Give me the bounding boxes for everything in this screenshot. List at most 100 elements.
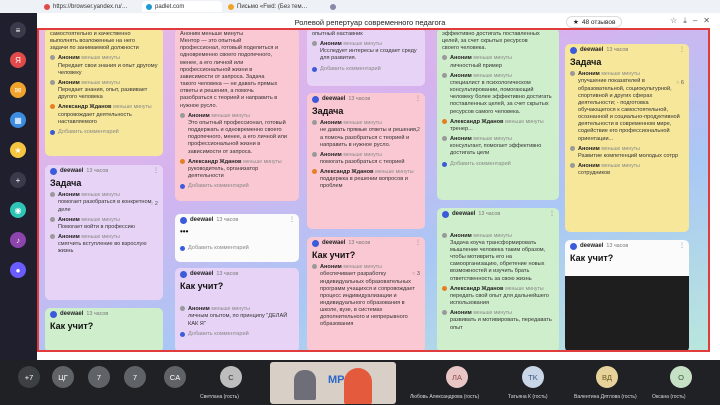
comment-time: меньше минуты bbox=[211, 306, 250, 313]
user-icon bbox=[442, 55, 447, 61]
comment: Аноним меньше минуты обеспечивает разраб… bbox=[312, 264, 420, 328]
reviews-button[interactable]: ★ 48 отзывов bbox=[566, 16, 623, 28]
more-icon[interactable]: ⋮ bbox=[415, 240, 421, 248]
tab-new[interactable] bbox=[326, 1, 340, 12]
user-icon bbox=[180, 112, 185, 118]
comment-author: Аноним bbox=[450, 310, 472, 317]
participant-tile[interactable]: O bbox=[670, 366, 692, 388]
post-card-how[interactable]: deewael 13 часов Как учит? Аноним меньше … bbox=[175, 268, 299, 352]
plus-icon[interactable]: + bbox=[10, 172, 26, 188]
add-comment-button[interactable]: Добавить комментарий bbox=[50, 129, 158, 136]
calendar-icon[interactable]: ▦ bbox=[10, 112, 26, 128]
comment-time: меньше минуты bbox=[473, 55, 512, 62]
user-icon bbox=[50, 233, 55, 239]
comment-text: Передает знания, опыт, развивает другого… bbox=[58, 87, 148, 101]
avatar bbox=[50, 311, 57, 319]
music-icon[interactable]: ♪ bbox=[10, 232, 26, 248]
alice-icon[interactable]: ● bbox=[10, 262, 26, 278]
tab-yandex[interactable]: https://browser.yandex.ru/… bbox=[40, 1, 140, 12]
post-text: Аноним меньше минуты Ментор — это опытны… bbox=[180, 31, 294, 110]
author-name: deewael bbox=[580, 47, 604, 53]
participant-tile[interactable]: ЛА bbox=[446, 366, 468, 388]
padlet-board[interactable]: самостоятельно и качественно выполнять в… bbox=[37, 28, 710, 352]
post-title: ••• bbox=[180, 226, 189, 236]
participant-initials: 7 bbox=[132, 372, 138, 382]
more-icon[interactable]: ⋮ bbox=[289, 217, 295, 225]
speaker-video[interactable]: MP bbox=[270, 362, 396, 404]
post-author: deewael 13 часов bbox=[570, 47, 684, 55]
comment-author: Аноним bbox=[578, 71, 600, 78]
participant-tile[interactable]: ЦГ bbox=[52, 366, 74, 388]
close-icon[interactable]: ✕ bbox=[703, 16, 710, 26]
post-card-dots[interactable]: deewael 13 часов ⋮ ••• Добавить комментар… bbox=[175, 214, 299, 262]
participant-tile[interactable]: ВД bbox=[596, 366, 618, 388]
post-card[interactable]: Аноним меньше минуты Ментор — это опытны… bbox=[175, 28, 299, 201]
comment-text: смягчить вступление во взрослую жизнь bbox=[58, 241, 147, 255]
comment: Аноним меньше минуты Передает свои знани… bbox=[50, 55, 158, 76]
user-icon bbox=[312, 151, 317, 157]
comment-time: меньше минуты bbox=[473, 232, 512, 239]
add-comment-button[interactable]: Добавить комментарий bbox=[180, 331, 294, 338]
more-icon[interactable]: ⋮ bbox=[153, 168, 159, 176]
participant-tile[interactable]: +7 bbox=[18, 366, 40, 388]
post-card[interactable]: deewael 13 часов ⋮ Аноним меньше минуты З… bbox=[437, 208, 559, 352]
tab-padlet[interactable]: padlet.com bbox=[142, 1, 222, 12]
participant-tile[interactable]: TK bbox=[522, 366, 544, 388]
more-icon[interactable]: ⋮ bbox=[415, 96, 421, 104]
comment: Аноним меньше минуты консультант, помога… bbox=[442, 136, 554, 157]
comment-time: меньше минуты bbox=[375, 169, 414, 176]
post-time: 13 часов bbox=[216, 217, 239, 224]
participant-tile[interactable]: 7 bbox=[88, 366, 110, 388]
comment-author: Аноним bbox=[320, 264, 342, 271]
post-card[interactable]: опытный наставник Аноним меньше минуты И… bbox=[307, 28, 425, 86]
post-card[interactable]: эффективно достигать поставленных целей,… bbox=[437, 28, 559, 200]
avatar bbox=[570, 47, 577, 55]
text-line: такого человека — не давать прямых bbox=[180, 81, 278, 88]
comment-text: Развитие компетенций молодых сотрр bbox=[578, 152, 679, 159]
post-card-how[interactable]: deewael 13 часов Как учит? bbox=[45, 308, 163, 352]
download-icon[interactable]: ⤓ bbox=[683, 16, 687, 26]
mail-icon[interactable]: ✉ bbox=[10, 82, 26, 98]
user-icon bbox=[442, 310, 447, 316]
post-title: Задача bbox=[50, 177, 82, 188]
comment-author: Аноним bbox=[578, 163, 600, 170]
menu-icon[interactable]: ≡ bbox=[10, 22, 26, 38]
post-card[interactable]: самостоятельно и качественно выполнять в… bbox=[45, 28, 163, 156]
comment-author: Аноним bbox=[58, 55, 80, 62]
comment: Аноним меньше минуты личным опытом, по п… bbox=[180, 306, 294, 327]
tab-mail[interactable]: Письмо «Fwd: (Без тем… bbox=[224, 1, 324, 12]
minimize-icon[interactable]: – bbox=[693, 16, 697, 26]
participant-tile[interactable]: CA bbox=[164, 366, 186, 388]
participant-tile[interactable]: C bbox=[220, 366, 242, 388]
comment-count: ◌ 2 bbox=[150, 201, 158, 208]
more-icon[interactable]: ⋮ bbox=[549, 211, 555, 219]
comment-author: Аноним bbox=[450, 136, 472, 143]
add-comment-button[interactable]: Добавить комментарий bbox=[312, 66, 420, 73]
user-icon bbox=[442, 232, 447, 238]
post-card-how[interactable]: deewael 13 часов ⋮ Как учит? bbox=[565, 240, 689, 352]
comment-text: сопровождает деятельность наставляемого bbox=[58, 111, 132, 125]
post-card-task[interactable]: deewael 13 часов ⋮ Задача ◌ 2 Аноним мень… bbox=[45, 165, 163, 300]
add-comment-button[interactable]: Добавить комментарий bbox=[180, 183, 294, 190]
more-icon[interactable]: ⋮ bbox=[679, 243, 685, 251]
text-line: целей, за счет скрытых ресурсов bbox=[442, 38, 528, 45]
more-icon[interactable]: ⋮ bbox=[679, 47, 685, 55]
post-title: Задача bbox=[570, 56, 602, 67]
post-card-task[interactable]: deewael 13 часов ⋮ Задача ◌ 6 Аноним мень… bbox=[565, 44, 689, 232]
comment: Аноним меньше минуты помогать разобратьс… bbox=[312, 152, 420, 166]
post-time: 13 часов bbox=[86, 168, 109, 175]
post-card-task[interactable]: deewael 13 часов ⋮ Задача ◌ 2 Аноним мень… bbox=[307, 93, 425, 229]
author-name: deewael bbox=[452, 211, 476, 217]
comment-time: меньше минуты bbox=[343, 151, 382, 158]
participant-tile[interactable]: 7 bbox=[124, 366, 146, 388]
comment-author: Аноним bbox=[320, 151, 342, 158]
post-card-how[interactable]: deewael 13 часов ⋮ Как учит? ◌ 3 Аноним м… bbox=[307, 237, 425, 352]
add-comment-button[interactable]: Добавить комментарий bbox=[180, 245, 294, 252]
avatar bbox=[312, 240, 319, 248]
post-time: 13 часов bbox=[606, 243, 629, 250]
yandex-icon[interactable]: Я bbox=[10, 52, 26, 68]
add-comment-button[interactable]: Добавить комментарий bbox=[442, 161, 554, 168]
star-icon[interactable]: ★ bbox=[10, 142, 26, 158]
bookmark-icon[interactable]: ☆ bbox=[670, 16, 677, 26]
messenger-icon[interactable]: ◉ bbox=[10, 202, 26, 218]
